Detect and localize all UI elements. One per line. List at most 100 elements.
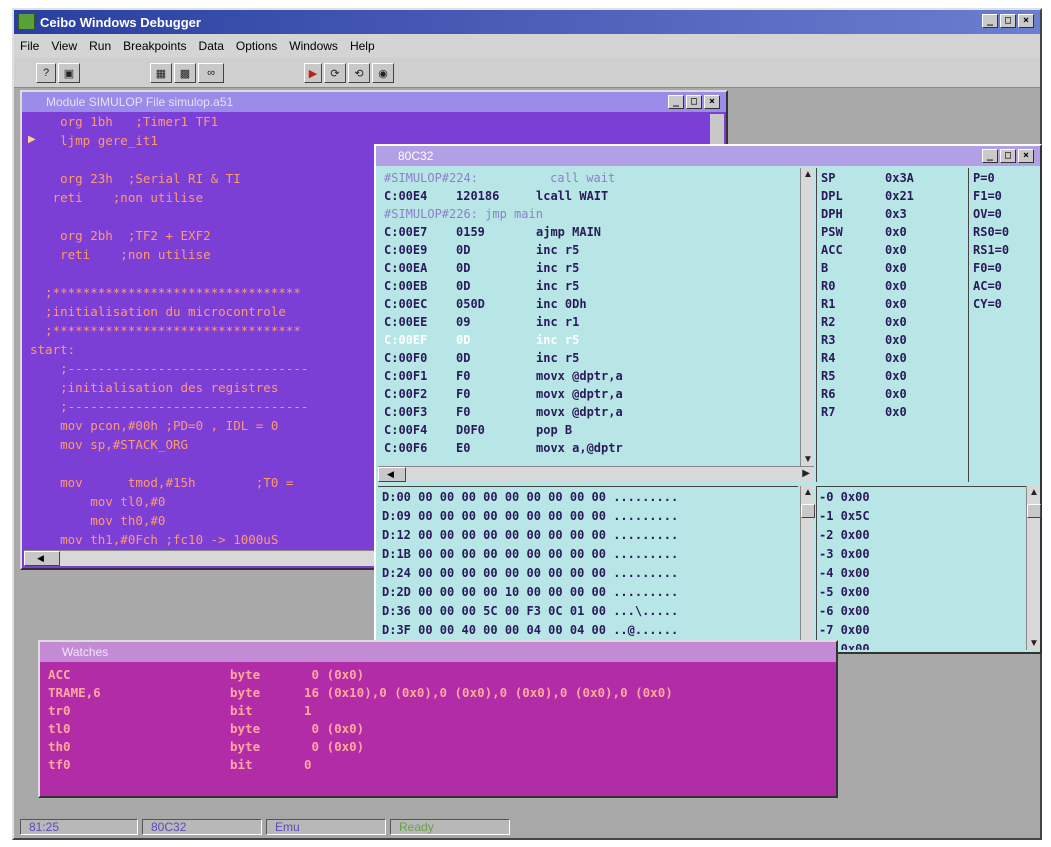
maximize-button[interactable]: □: [1000, 14, 1016, 28]
disassembly-vertical-scrollbar[interactable]: ▲ ▼: [800, 168, 814, 466]
module-title: Module SIMULOP File simulop.a51: [46, 95, 234, 109]
disassembly-line[interactable]: C:00F0 0D inc r5: [384, 350, 579, 366]
minimize-button[interactable]: _: [982, 149, 998, 163]
maximize-button[interactable]: □: [1000, 149, 1016, 163]
disassembly-view[interactable]: #SIMULOP#224: call wait C:00E4 120186 lcall…: [378, 168, 798, 466]
register-row[interactable]: R4 0x0: [821, 350, 907, 366]
help-icon[interactable]: ?: [36, 63, 56, 83]
module-titlebar[interactable]: Module SIMULOP File simulop.a51 _ □ ×: [22, 92, 726, 112]
close-button[interactable]: ×: [1018, 149, 1034, 163]
scroll-up-icon[interactable]: ▲: [803, 487, 813, 498]
watch-name[interactable]: tl0: [48, 720, 71, 737]
save-icon[interactable]: ▣: [58, 63, 80, 83]
flag-value[interactable]: F1=0: [973, 188, 1002, 204]
flag-value[interactable]: RS1=0: [973, 242, 1009, 258]
flag-value[interactable]: AC=0: [973, 278, 1002, 294]
disassembly-line[interactable]: C:00EE 09 inc r1: [384, 314, 579, 330]
disassembly-line[interactable]: C:00EB 0D inc r5: [384, 278, 579, 294]
register-row[interactable]: R5 0x0: [821, 368, 907, 384]
binoculars-icon[interactable]: ∞: [198, 63, 224, 83]
disassembly-line[interactable]: C:00F4 D0F0 pop B: [384, 422, 572, 438]
watch-name[interactable]: th0: [48, 738, 71, 755]
register-name: PSW: [821, 225, 843, 239]
disassembly-horizontal-scrollbar[interactable]: ◀ ▶: [378, 466, 814, 482]
code-line: ;initialisation du microcontrole: [30, 304, 286, 319]
scroll-down-icon[interactable]: ▼: [803, 454, 813, 465]
flag-value[interactable]: OV=0: [973, 206, 1002, 222]
menu-run[interactable]: Run: [83, 39, 117, 53]
register-row[interactable]: ACC 0x0: [821, 242, 907, 258]
disassembly-line-selected[interactable]: C:00EF 0D inc r5: [384, 332, 798, 348]
menu-view[interactable]: View: [45, 39, 83, 53]
disassembly-line[interactable]: C:00EA 0D inc r5: [384, 260, 579, 276]
register-row[interactable]: R1 0x0: [821, 296, 907, 312]
disassembly-line[interactable]: C:00E7 0159 ajmp MAIN: [384, 224, 601, 240]
watch-name[interactable]: tr0: [48, 702, 71, 719]
state-status: Ready: [390, 819, 510, 835]
maximize-button[interactable]: □: [686, 95, 702, 109]
register-row[interactable]: R7 0x0: [821, 404, 907, 420]
memory-dump[interactable]: D:00 00 00 00 00 00 00 00 00 00 ........…: [378, 486, 798, 650]
menu-windows[interactable]: Windows: [283, 39, 344, 53]
flag-value[interactable]: F0=0: [973, 260, 1002, 276]
scroll-thumb[interactable]: [801, 504, 815, 518]
disassembly-line[interactable]: C:00EC 050D inc 0Dh: [384, 296, 587, 312]
register-row[interactable]: B 0x0: [821, 260, 907, 276]
watch-name[interactable]: tf0: [48, 756, 71, 773]
scroll-up-icon[interactable]: ▲: [803, 169, 813, 180]
menu-breakpoints[interactable]: Breakpoints: [117, 39, 192, 53]
disassembly-line[interactable]: C:00F6 E0 movx a,@dptr: [384, 440, 623, 456]
memory-vertical-scrollbar[interactable]: ▲ ▼: [800, 486, 815, 650]
register-row[interactable]: R6 0x0: [821, 386, 907, 402]
register-name: R5: [821, 369, 836, 383]
register-value: 0x3A: [885, 171, 914, 185]
scroll-left-button[interactable]: ◀: [24, 551, 60, 566]
register-row[interactable]: R0 0x0: [821, 278, 907, 294]
flag-value[interactable]: RS0=0: [973, 224, 1009, 240]
cpu-titlebar[interactable]: 80C32 _ □ ×: [376, 146, 1040, 166]
register-row[interactable]: R2 0x0: [821, 314, 907, 330]
app-titlebar[interactable]: Ceibo Windows Debugger _ □ ×: [14, 10, 1040, 34]
step-into-icon[interactable]: ⟳: [324, 63, 346, 83]
close-button[interactable]: ×: [1018, 14, 1034, 28]
memory-icon[interactable]: ▦: [150, 63, 172, 83]
code-line: mov th0,#0: [30, 513, 166, 528]
disassembly-line[interactable]: #SIMULOP#224: call wait: [384, 170, 615, 186]
disassembly-line[interactable]: C:00E9 0D inc r5: [384, 242, 579, 258]
close-button[interactable]: ×: [704, 95, 720, 109]
scroll-left-button[interactable]: ◀: [378, 467, 406, 482]
menu-options[interactable]: Options: [230, 39, 283, 53]
disasm-bytes: 050D: [456, 297, 485, 311]
minimize-button[interactable]: _: [668, 95, 684, 109]
register-row[interactable]: SP 0x3A: [821, 170, 914, 186]
register-row[interactable]: R3 0x0: [821, 332, 907, 348]
watch-name[interactable]: ACC: [48, 666, 71, 683]
register-row[interactable]: DPL 0x21: [821, 188, 914, 204]
stack-view[interactable]: -0 0x00 -1 0x5C -2 0x00 -3 0x00 -4 0x00 -5 0x…: [816, 486, 1026, 650]
stop-icon[interactable]: ◉: [372, 63, 394, 83]
chip-icon[interactable]: ▩: [174, 63, 196, 83]
watch-name[interactable]: TRAME,6: [48, 684, 101, 701]
step-over-icon[interactable]: ⟲: [348, 63, 370, 83]
disasm-instruction: lcall WAIT: [536, 189, 609, 203]
stack-vertical-scrollbar[interactable]: ▲ ▼: [1026, 486, 1041, 650]
disassembly-line[interactable]: C:00F1 F0 movx @dptr,a: [384, 368, 623, 384]
menu-data[interactable]: Data: [193, 39, 230, 53]
disassembly-line[interactable]: C:00F2 F0 movx @dptr,a: [384, 386, 623, 402]
flag-value[interactable]: CY=0: [973, 296, 1002, 312]
menu-file[interactable]: File: [14, 39, 45, 53]
disassembly-line[interactable]: C:00F3 F0 movx @dptr,a: [384, 404, 623, 420]
menu-help[interactable]: Help: [344, 39, 381, 53]
flag-value[interactable]: P=0: [973, 170, 995, 186]
scroll-down-icon[interactable]: ▼: [1029, 638, 1039, 649]
scroll-up-icon[interactable]: ▲: [1029, 487, 1039, 498]
register-row[interactable]: DPH 0x3: [821, 206, 907, 222]
watches-titlebar[interactable]: Watches: [40, 642, 836, 662]
minimize-button[interactable]: _: [982, 14, 998, 28]
disassembly-line[interactable]: C:00E4 120186 lcall WAIT: [384, 188, 608, 204]
register-row[interactable]: PSW 0x0: [821, 224, 907, 240]
run-icon[interactable]: ▶: [304, 63, 322, 83]
scroll-thumb[interactable]: [1027, 504, 1041, 518]
scroll-right-icon[interactable]: ▶: [802, 468, 810, 479]
disassembly-line[interactable]: #SIMULOP#226: jmp main: [384, 206, 543, 222]
